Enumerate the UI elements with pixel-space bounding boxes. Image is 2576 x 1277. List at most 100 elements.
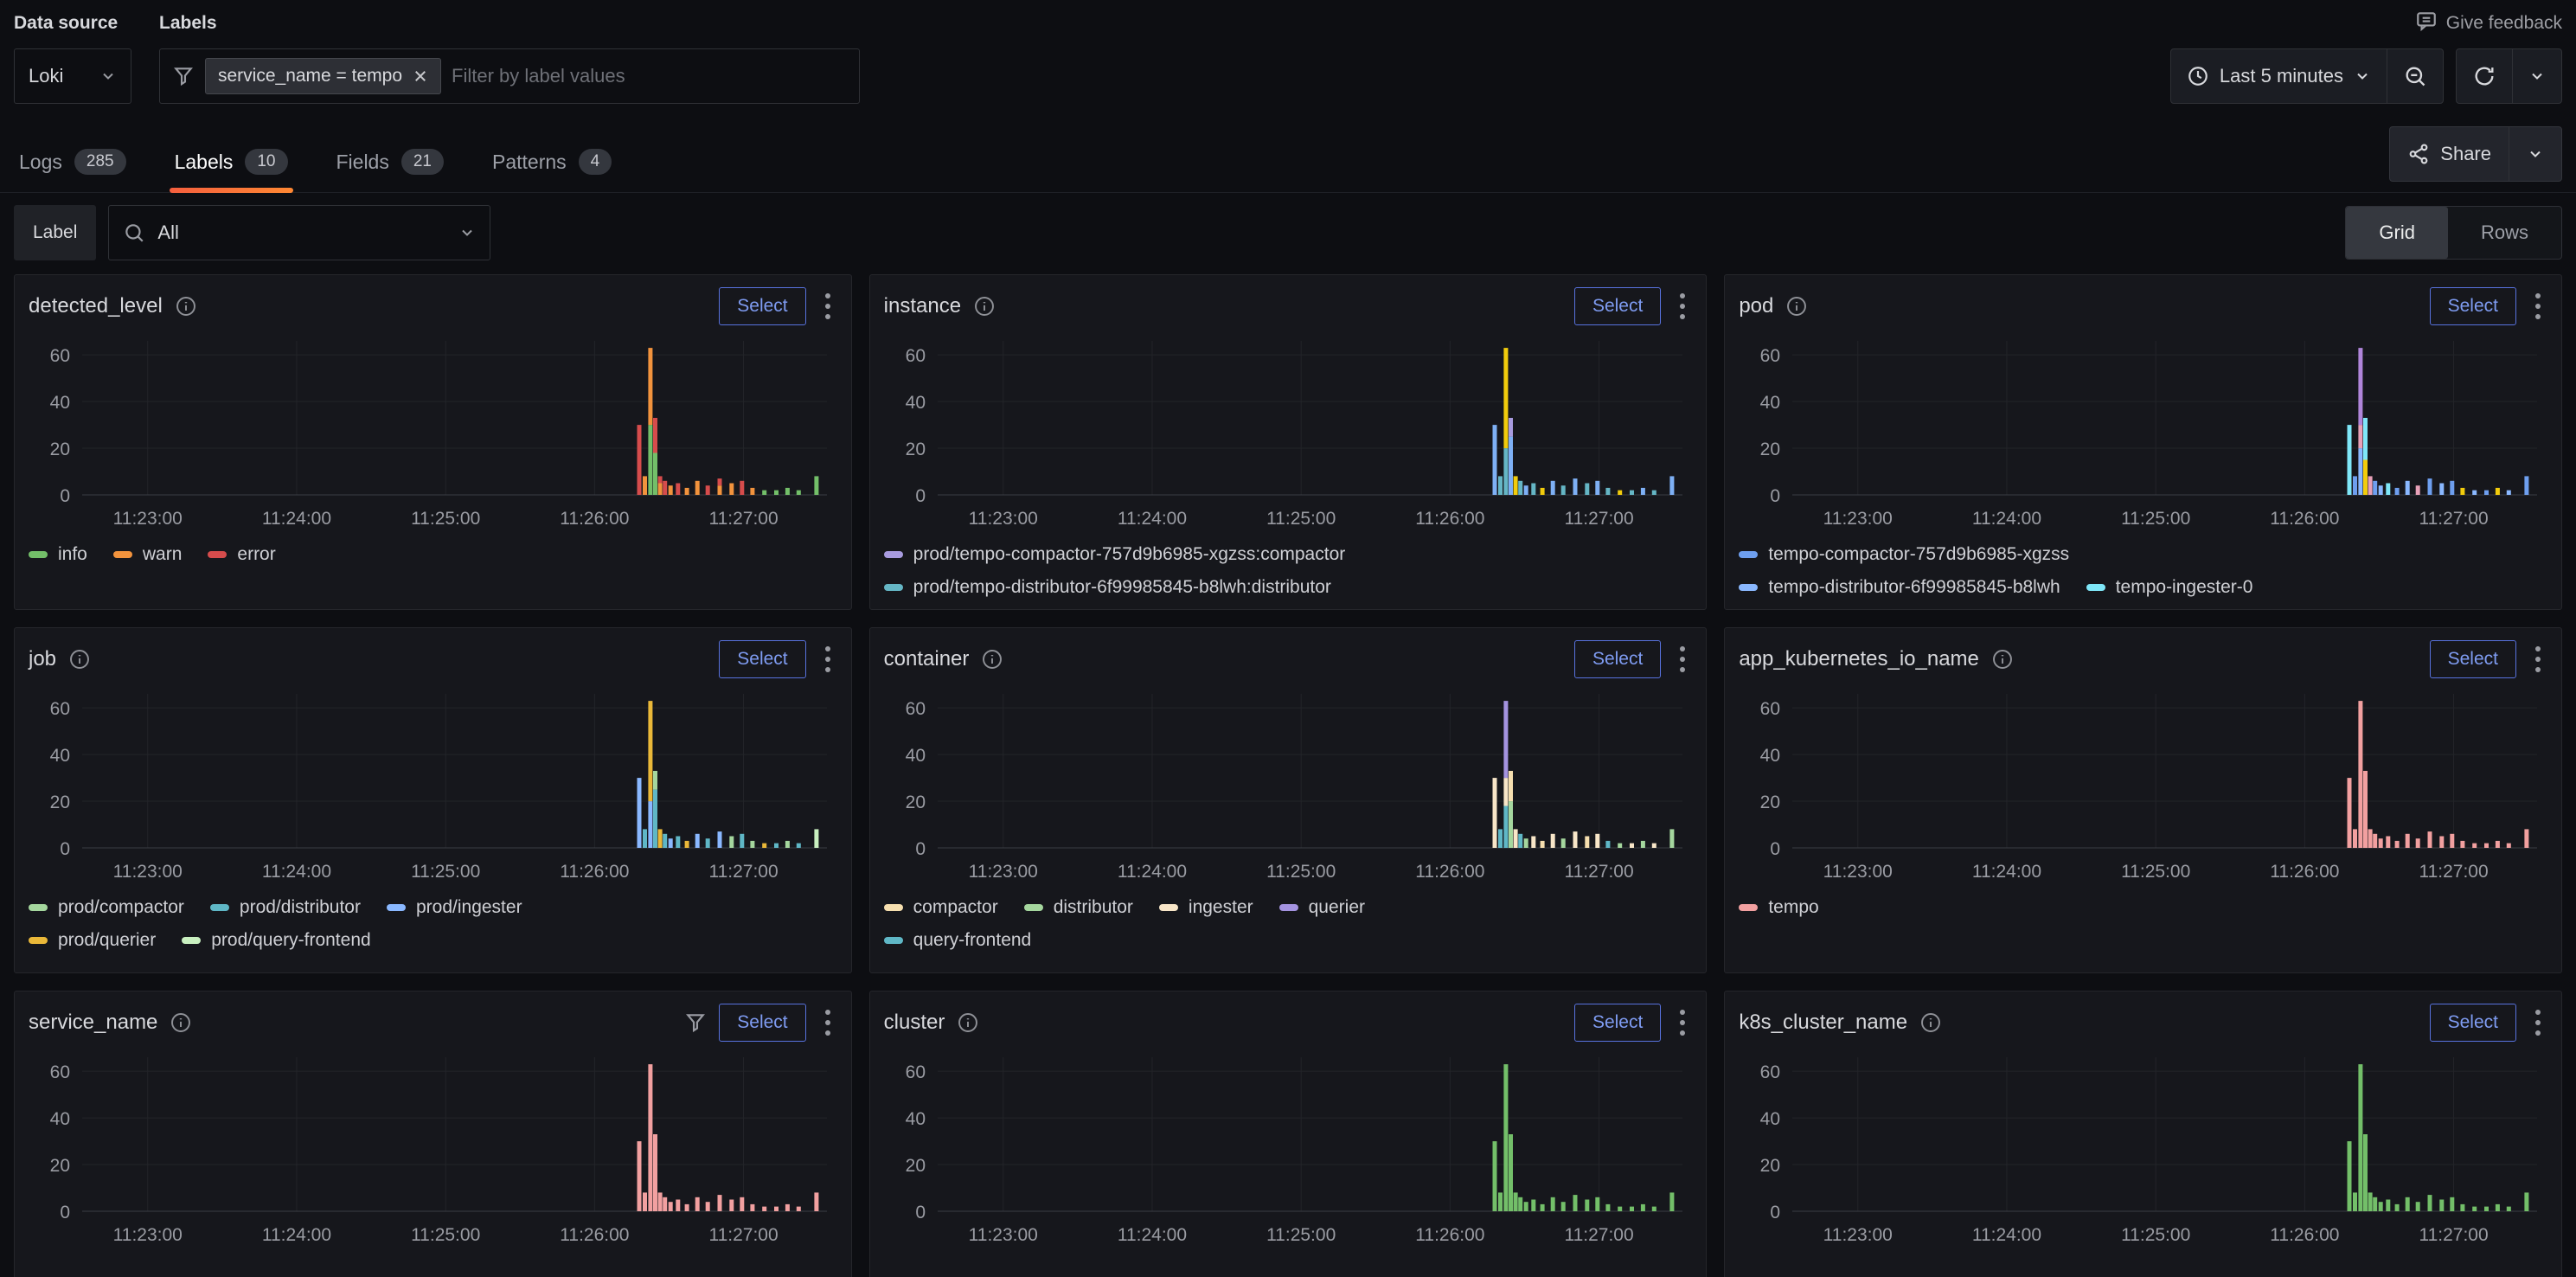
svg-text:11:23:00: 11:23:00 — [113, 862, 183, 882]
legend-label: querier — [1309, 897, 1365, 918]
panel-header: k8s_cluster_nameSelect — [1739, 1000, 2547, 1045]
svg-text:11:23:00: 11:23:00 — [113, 1225, 183, 1245]
select-button[interactable]: Select — [719, 640, 805, 678]
kebab-menu-icon[interactable] — [818, 288, 837, 324]
select-button[interactable]: Select — [1574, 287, 1661, 325]
select-button[interactable]: Select — [719, 287, 805, 325]
svg-text:11:26:00: 11:26:00 — [1415, 1225, 1484, 1245]
select-button[interactable]: Select — [1574, 640, 1661, 678]
chart-legend: prod/compactor prod/distributor prod/inges… — [29, 897, 837, 951]
funnel-icon[interactable] — [684, 1011, 707, 1034]
svg-text:60: 60 — [905, 699, 925, 719]
filter-chip[interactable]: service_name = tempo — [205, 58, 441, 94]
share-dropdown[interactable] — [2509, 127, 2561, 181]
zoom-out-button[interactable] — [2387, 49, 2443, 103]
select-button[interactable]: Select — [2430, 287, 2516, 325]
comment-icon — [2415, 10, 2438, 37]
chart-legend: tempo-compactor-757d9b6985-xgzss tempo-di… — [1739, 544, 2547, 598]
label-search-select[interactable]: All — [108, 205, 490, 260]
svg-text:11:26:00: 11:26:00 — [2271, 1225, 2340, 1245]
chart-legend: prod/tempo-compactor-757d9b6985-xgzss:co… — [884, 544, 1693, 598]
refresh-icon — [2472, 64, 2496, 88]
svg-text:0: 0 — [915, 839, 926, 859]
legend-item[interactable]: prod/ingester — [387, 897, 522, 918]
close-icon[interactable] — [413, 68, 428, 84]
chart-area[interactable]: 11:23:0011:24:0011:25:0011:26:0011:27:00… — [1739, 329, 2547, 537]
label-filter-input[interactable]: service_name = tempo Filter by label val… — [159, 48, 860, 104]
legend-item[interactable]: tempo-compactor-757d9b6985-xgzss — [1739, 544, 2069, 565]
legend-item[interactable]: querier — [1279, 897, 1365, 918]
tab-fields[interactable]: Fields21 — [331, 140, 450, 192]
select-button[interactable]: Select — [719, 1004, 805, 1042]
refresh-button[interactable] — [2457, 49, 2512, 103]
chart-area[interactable]: 11:23:0011:24:0011:25:0011:26:0011:27:00… — [29, 329, 837, 537]
chart-area[interactable]: 11:23:0011:24:0011:25:0011:26:0011:27:00… — [1739, 1045, 2547, 1254]
kebab-menu-icon[interactable] — [2528, 288, 2547, 324]
chevron-down-icon — [99, 67, 117, 85]
legend-item[interactable]: prod/distributor — [210, 897, 361, 918]
chart-legend: compactor distributor ingester querier query… — [884, 897, 1693, 951]
info-icon — [1919, 1011, 1942, 1034]
legend-item[interactable]: warn — [113, 544, 183, 565]
datasource-picker[interactable]: Loki — [14, 48, 131, 104]
chart-area[interactable]: 11:23:0011:24:0011:25:0011:26:0011:27:00… — [1739, 682, 2547, 890]
kebab-menu-icon[interactable] — [2528, 641, 2547, 677]
chart: 11:23:0011:24:0011:25:0011:26:0011:27:00… — [29, 682, 837, 886]
give-feedback-link[interactable]: Give feedback — [2415, 10, 2562, 37]
chart: 11:23:0011:24:0011:25:0011:26:0011:27:00… — [1739, 1045, 2547, 1249]
svg-text:11:25:00: 11:25:00 — [1266, 862, 1336, 882]
legend-item[interactable]: ingester — [1159, 897, 1253, 918]
panel-job: jobSelect11:23:0011:24:0011:25:0011:26:0… — [14, 627, 852, 973]
kebab-menu-icon[interactable] — [2528, 1004, 2547, 1041]
legend-item[interactable]: prod/compactor — [29, 897, 184, 918]
legend-swatch — [29, 904, 48, 911]
legend-item[interactable]: prod/tempo-distributor-6f99985845-b8lwh:… — [884, 577, 1331, 598]
refresh-interval-dropdown[interactable] — [2512, 49, 2561, 103]
tab-patterns[interactable]: Patterns4 — [487, 140, 617, 192]
svg-text:11:26:00: 11:26:00 — [560, 862, 629, 882]
svg-text:11:26:00: 11:26:00 — [560, 509, 629, 529]
chart: 11:23:0011:24:0011:25:0011:26:0011:27:00… — [29, 1045, 837, 1249]
time-range-picker[interactable]: Last 5 minutes — [2171, 49, 2387, 103]
kebab-menu-icon[interactable] — [818, 1004, 837, 1041]
view-rows-button[interactable]: Rows — [2448, 207, 2561, 259]
legend-item[interactable]: prod/tempo-compactor-757d9b6985-xgzss:co… — [884, 544, 1346, 565]
svg-text:60: 60 — [1760, 346, 1780, 366]
svg-text:60: 60 — [1760, 1062, 1780, 1082]
legend-item[interactable]: tempo — [1739, 897, 1818, 918]
kebab-menu-icon[interactable] — [818, 641, 837, 677]
kebab-menu-icon[interactable] — [1673, 288, 1692, 324]
legend-item[interactable]: query-frontend — [884, 930, 1032, 951]
legend-label: tempo-compactor-757d9b6985-xgzss — [1768, 544, 2069, 565]
chart-area[interactable]: 11:23:0011:24:0011:25:0011:26:0011:27:00… — [884, 329, 1693, 537]
legend-label: tempo-distributor-6f99985845-b8lwh — [1768, 577, 2060, 598]
legend-item[interactable]: prod/querier — [29, 930, 156, 951]
legend-swatch — [884, 551, 903, 558]
chart-area[interactable]: 11:23:0011:24:0011:25:0011:26:0011:27:00… — [29, 1045, 837, 1254]
select-button[interactable]: Select — [1574, 1004, 1661, 1042]
select-button[interactable]: Select — [2430, 1004, 2516, 1042]
legend-item[interactable]: tempo-distributor-6f99985845-b8lwh — [1739, 577, 2060, 598]
kebab-menu-icon[interactable] — [1673, 1004, 1692, 1041]
chart-area[interactable]: 11:23:0011:24:0011:25:0011:26:0011:27:00… — [29, 682, 837, 890]
legend-item[interactable]: tempo-ingester-0 — [2086, 577, 2253, 598]
kebab-menu-icon[interactable] — [1673, 641, 1692, 677]
legend-item[interactable]: distributor — [1024, 897, 1133, 918]
view-grid-button[interactable]: Grid — [2346, 207, 2448, 259]
legend-item[interactable]: info — [29, 544, 87, 565]
tab-logs[interactable]: Logs285 — [14, 140, 131, 192]
legend-item[interactable]: error — [208, 544, 275, 565]
legend-swatch — [884, 584, 903, 591]
svg-text:20: 20 — [1760, 1156, 1780, 1176]
share-button[interactable]: Share — [2390, 127, 2509, 181]
panel-title: container — [884, 647, 970, 671]
chart-area[interactable]: 11:23:0011:24:0011:25:0011:26:0011:27:00… — [884, 682, 1693, 890]
legend-item[interactable]: compactor — [884, 897, 998, 918]
legend-item[interactable]: prod/query-frontend — [182, 930, 370, 951]
zoom-out-icon — [2403, 64, 2427, 88]
select-button[interactable]: Select — [2430, 640, 2516, 678]
svg-text:11:24:00: 11:24:00 — [262, 509, 331, 529]
panel-title: pod — [1739, 294, 1773, 318]
tab-labels[interactable]: Labels10 — [170, 140, 293, 192]
chart-area[interactable]: 11:23:0011:24:0011:25:0011:26:0011:27:00… — [884, 1045, 1693, 1254]
